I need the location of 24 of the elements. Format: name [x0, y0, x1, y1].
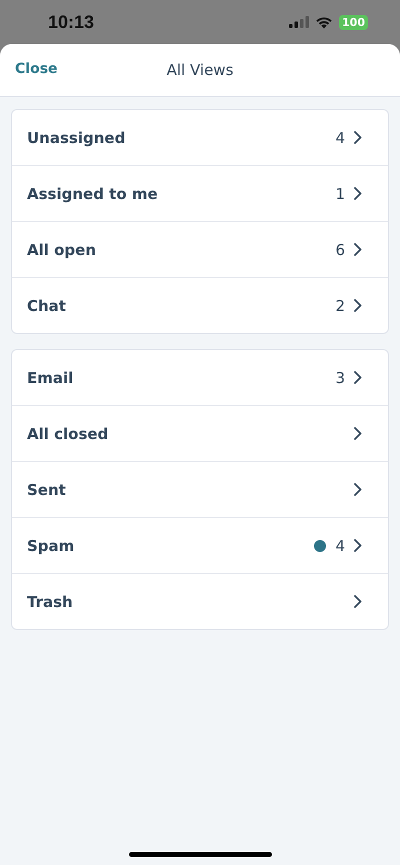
- chevron-icon: [354, 371, 362, 384]
- view-list-item[interactable]: Sent: [12, 461, 388, 517]
- chevron-icon: [354, 243, 362, 256]
- view-list-item[interactable]: Trash: [12, 573, 388, 629]
- chevron-icon: [354, 595, 362, 608]
- chevron-icon: [354, 539, 362, 552]
- view-list-item[interactable]: Email 3: [12, 350, 388, 405]
- chevron-icon: [354, 131, 362, 144]
- wifi-icon: [315, 16, 334, 28]
- view-list-item[interactable]: Unassigned 4: [12, 110, 388, 165]
- view-list-item[interactable]: All open 6: [12, 221, 388, 277]
- view-list-item[interactable]: Spam 4: [12, 517, 388, 573]
- battery-indicator: 100: [339, 14, 368, 30]
- view-list-item[interactable]: Assigned to me 1: [12, 165, 388, 221]
- signal-icon: [289, 16, 310, 28]
- chevron-icon: [354, 299, 362, 312]
- chevron-icon: [354, 187, 362, 200]
- status-time: 10:13: [48, 12, 94, 32]
- chevron-icon: [354, 427, 362, 440]
- view-list-item[interactable]: All closed: [12, 405, 388, 461]
- sheet-title: All Views: [166, 61, 234, 79]
- view-list-item[interactable]: Chat 2: [12, 277, 388, 333]
- chevron-icon: [354, 483, 362, 496]
- close-button[interactable]: Close: [15, 61, 58, 77]
